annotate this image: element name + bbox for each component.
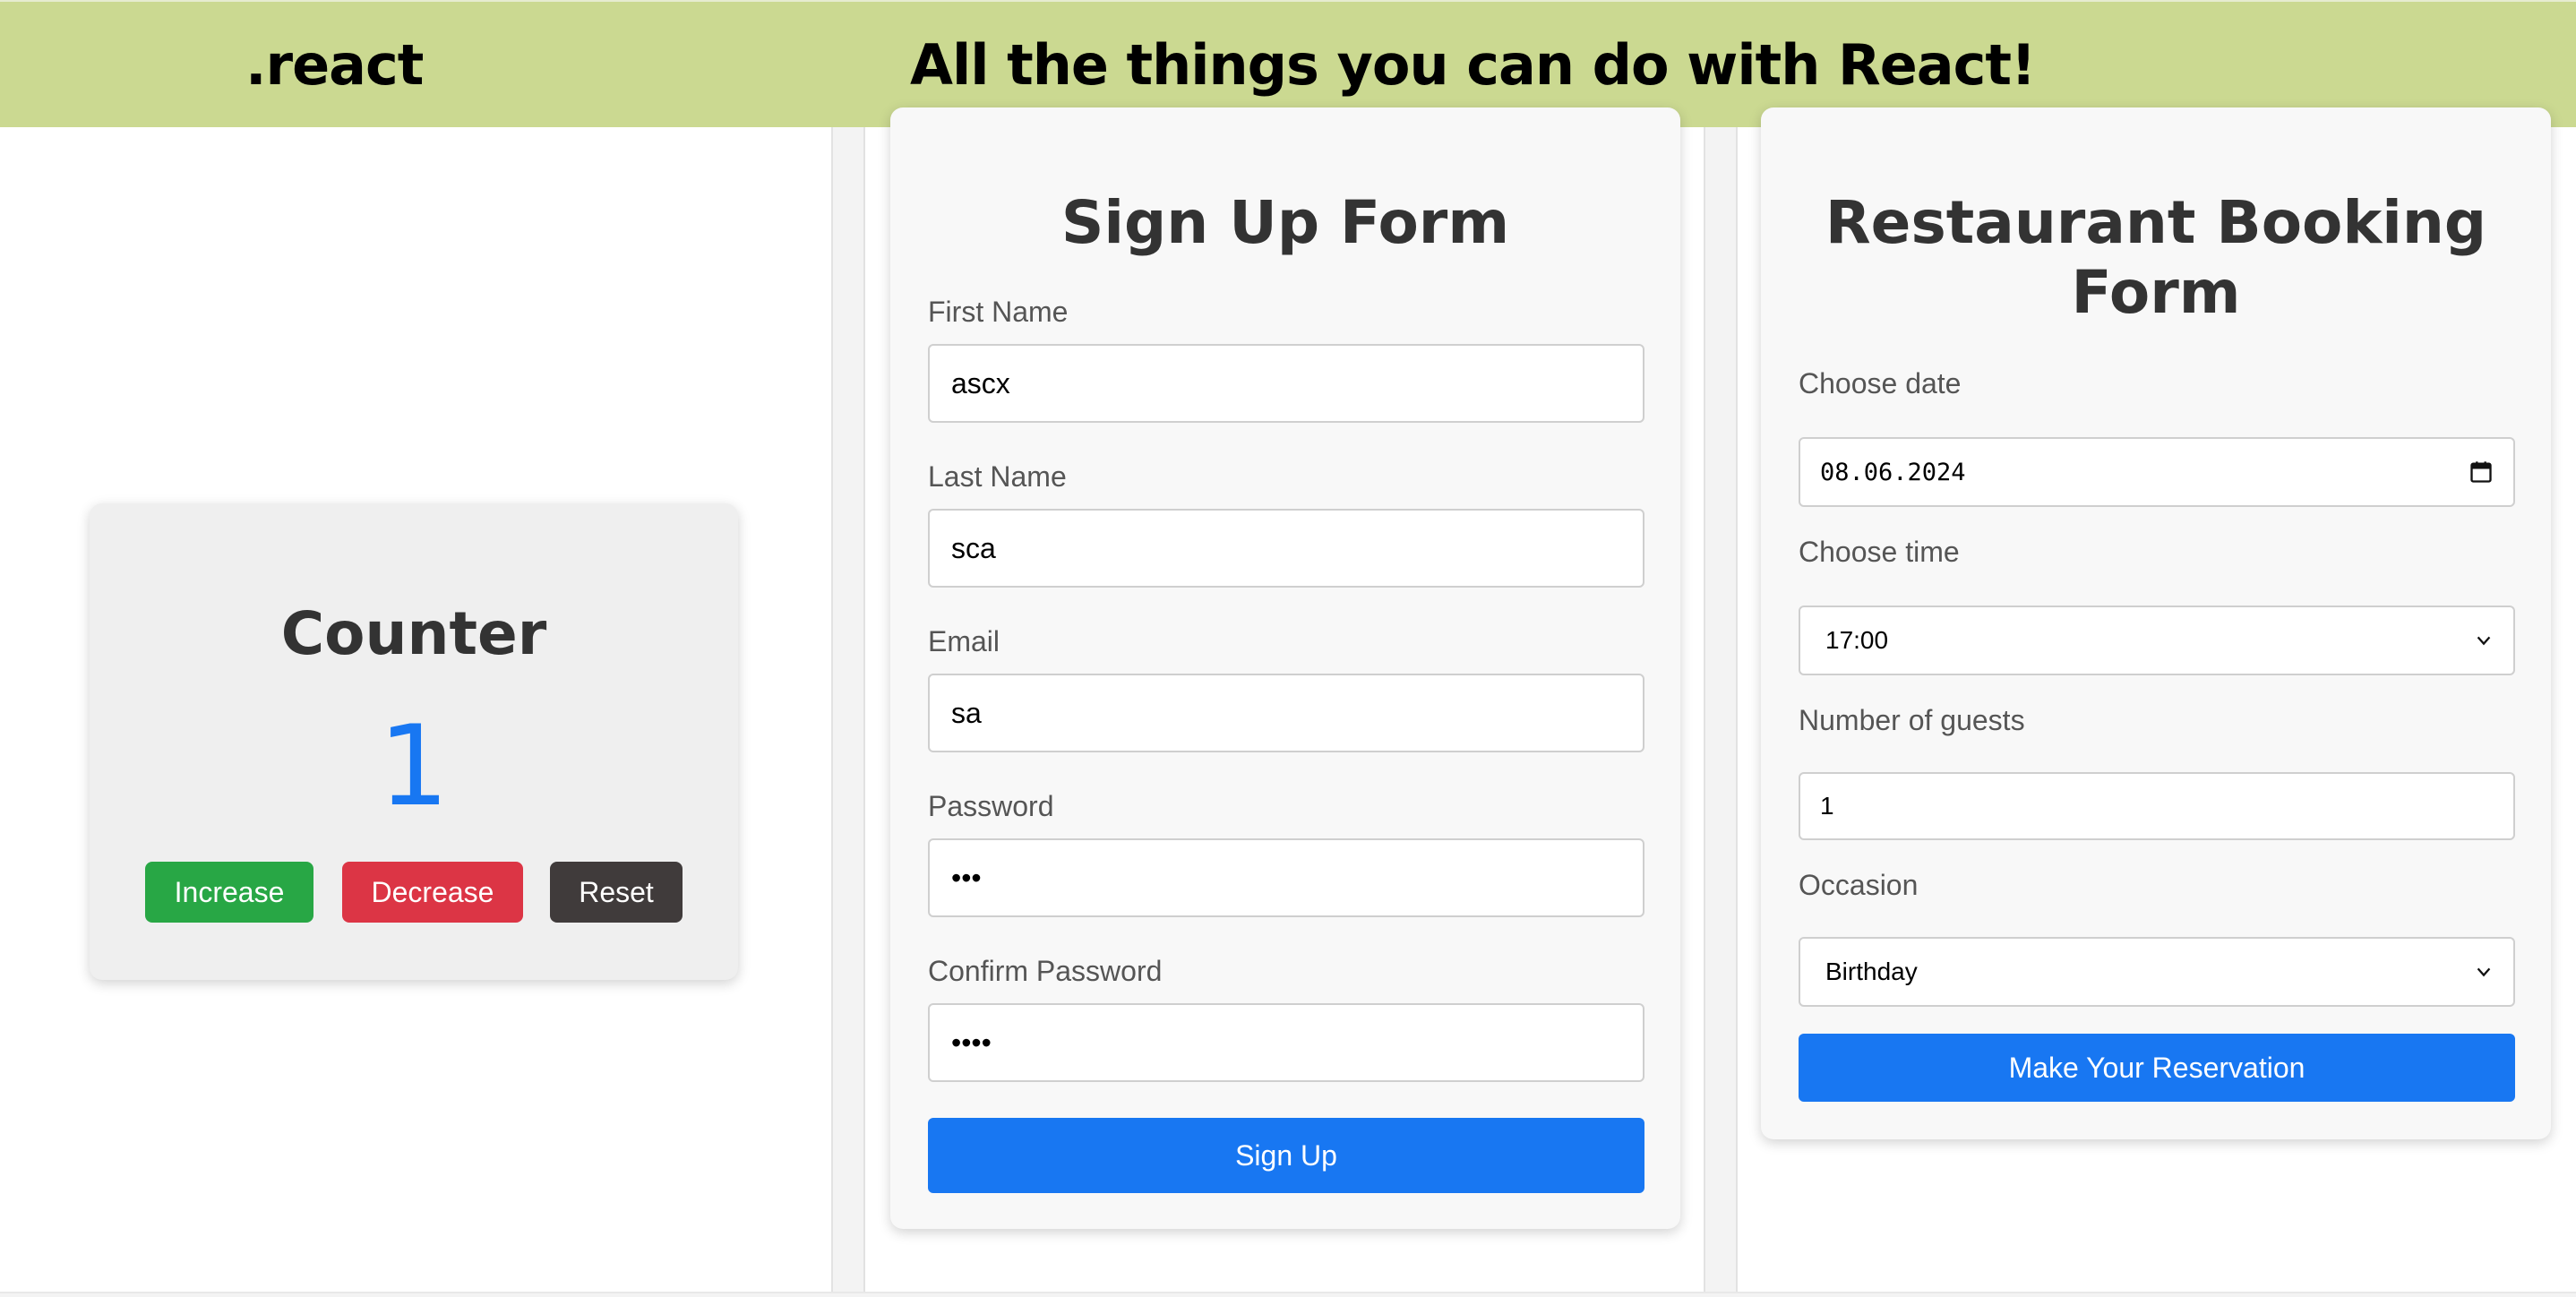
date-input[interactable]: 08.06.2024	[1799, 437, 2515, 507]
booking-form-title-line1: Restaurant Booking	[1825, 188, 2487, 257]
choose-date-label: Choose date	[1799, 367, 1962, 399]
guests-label: Number of guests	[1799, 704, 2025, 736]
make-reservation-button[interactable]: Make Your Reservation	[1799, 1034, 2515, 1102]
increase-button[interactable]: Increase	[145, 862, 313, 923]
column-divider-2	[1704, 127, 1738, 1297]
site-logo[interactable]: .react	[245, 34, 424, 97]
confirm-password-field[interactable]	[928, 1003, 1644, 1082]
calendar-icon[interactable]	[2469, 460, 2494, 485]
occasion-select[interactable]: Birthday	[1799, 937, 2515, 1007]
time-selected-value: 17:00	[1825, 626, 1889, 654]
occasion-label: Occasion	[1799, 869, 1919, 901]
last-name-label: Last Name	[928, 460, 1067, 493]
counter-card: Counter 1 Increase Decrease Reset	[90, 503, 738, 980]
signup-form-title: Sign Up Form	[1060, 188, 1510, 257]
page-bottom-edge	[0, 1292, 2576, 1297]
occasion-selected-value: Birthday	[1825, 958, 1918, 985]
signup-form-card: Sign Up Form First Name Last Name Email …	[890, 107, 1680, 1229]
booking-form-title-line2: Form	[2071, 258, 2241, 327]
password-field[interactable]	[928, 838, 1644, 917]
choose-time-label: Choose time	[1799, 536, 1960, 568]
email-label: Email	[928, 625, 1000, 657]
sign-up-button[interactable]: Sign Up	[928, 1118, 1644, 1193]
password-label: Password	[928, 790, 1054, 822]
confirm-password-label: Confirm Password	[928, 955, 1163, 987]
first-name-label: First Name	[928, 296, 1069, 328]
reset-button[interactable]: Reset	[550, 862, 683, 923]
email-field[interactable]	[928, 674, 1644, 752]
date-value: 08.06.2024	[1820, 458, 1966, 486]
decrease-button[interactable]: Decrease	[342, 862, 523, 923]
counter-value: 1	[378, 702, 450, 831]
first-name-field[interactable]	[928, 344, 1644, 423]
guests-value: 1	[1820, 792, 1834, 820]
site-title: All the things you can do with React!	[910, 32, 2036, 98]
last-name-field[interactable]	[928, 509, 1644, 588]
chevron-down-icon	[2477, 967, 2491, 977]
time-select[interactable]: 17:00	[1799, 606, 2515, 675]
column-divider-1	[831, 127, 865, 1297]
chevron-down-icon	[2477, 636, 2491, 646]
guests-input[interactable]: 1	[1799, 772, 2515, 840]
counter-title: Counter	[280, 599, 547, 668]
booking-form-card: Restaurant Booking Form Choose date 08.0…	[1761, 107, 2551, 1139]
